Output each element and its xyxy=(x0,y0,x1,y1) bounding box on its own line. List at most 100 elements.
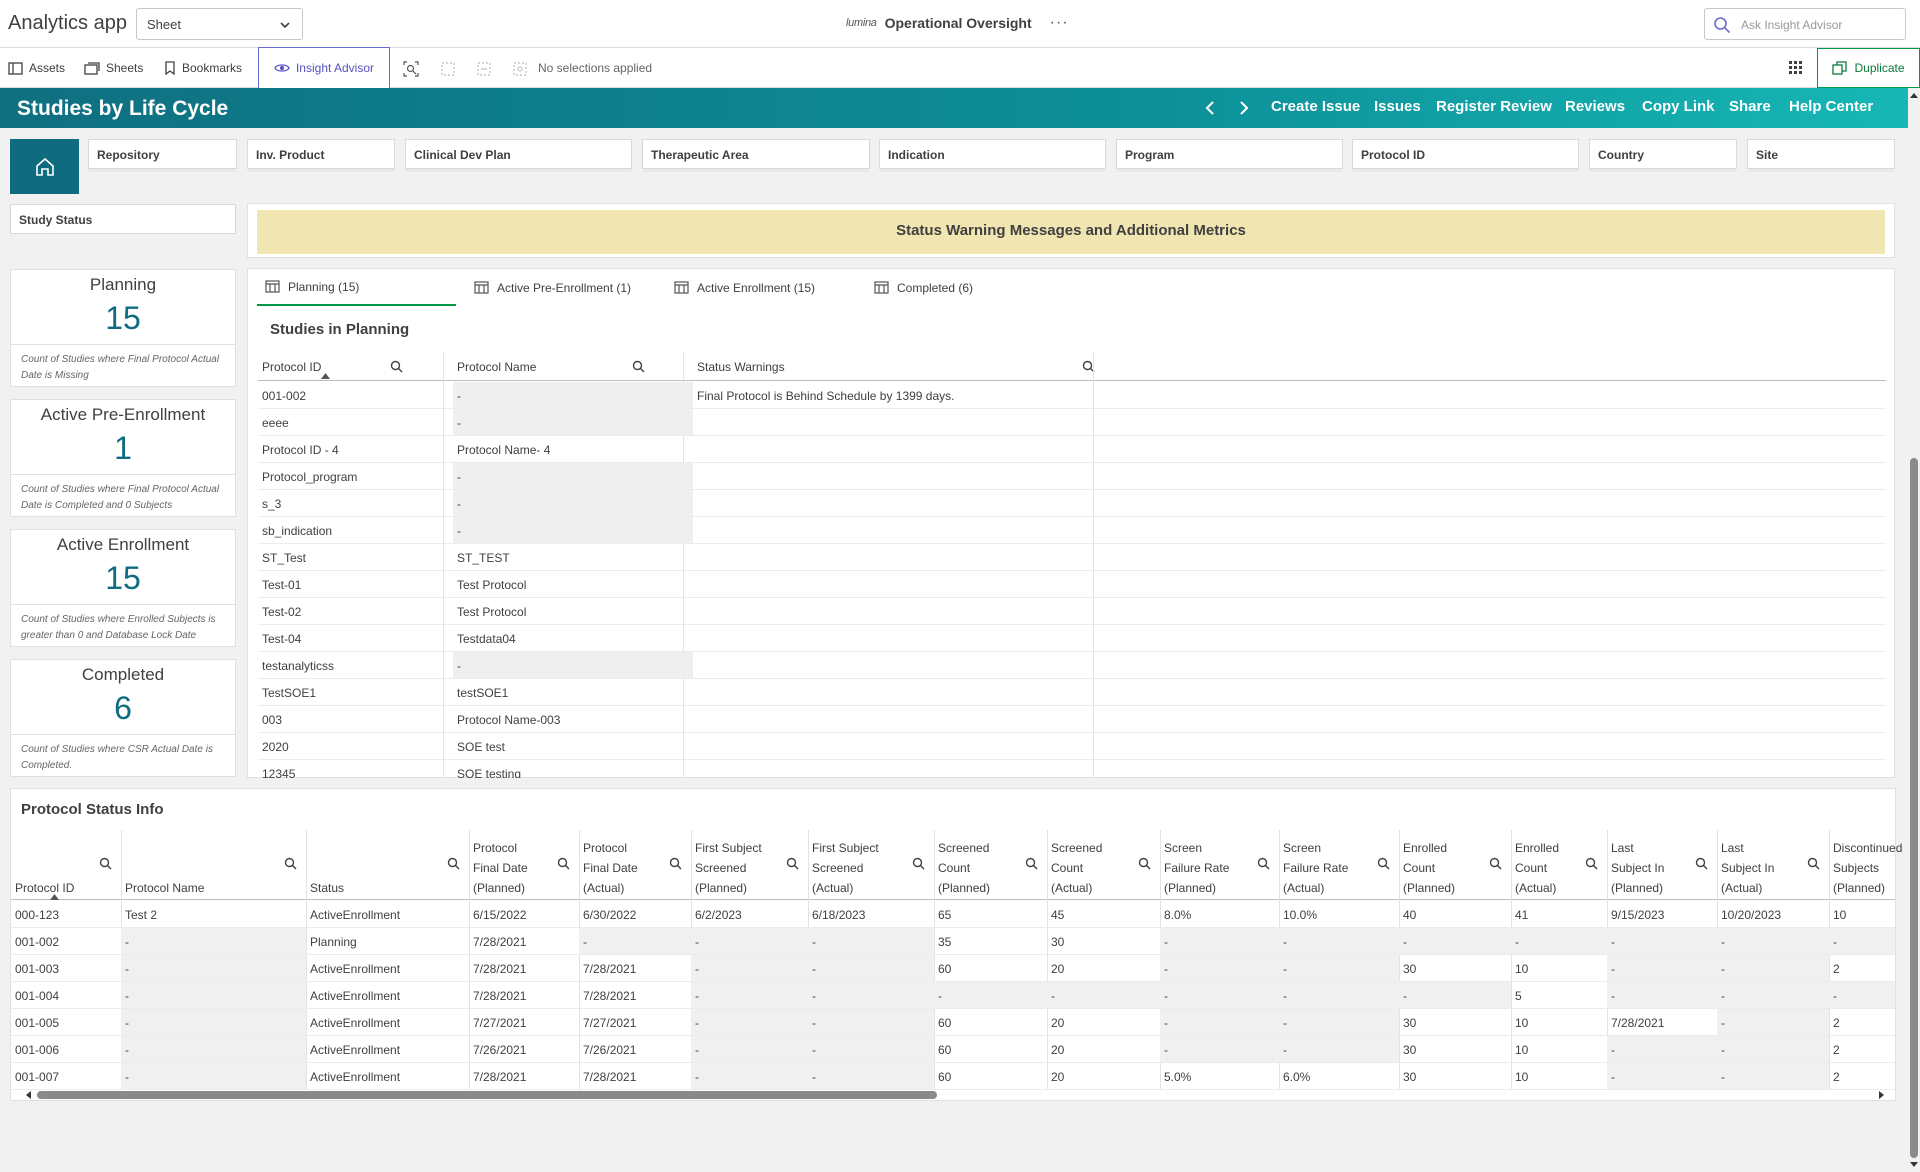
table-cell[interactable]: - xyxy=(1279,928,1399,955)
table-cell[interactable]: - xyxy=(1717,955,1829,982)
table-cell[interactable]: - xyxy=(808,928,934,955)
table-cell[interactable]: 40 xyxy=(1399,901,1511,928)
table-row[interactable]: 001-004- ActiveEnrollment 7/28/2021 7/28/20… xyxy=(11,982,1895,1009)
table-row[interactable]: Test-02 Test Protocol xyxy=(258,598,1886,625)
search-icon[interactable] xyxy=(1377,857,1390,870)
table-cell[interactable]: s_3 xyxy=(258,490,443,517)
column-header[interactable]: Discontinued Subjects (Planned) xyxy=(1833,838,1902,898)
table-cell[interactable]: testSOE1 xyxy=(453,679,693,706)
table-cell[interactable] xyxy=(693,517,1103,544)
tab-active-pre-enrollment[interactable]: Active Pre-Enrollment (1) xyxy=(466,269,665,306)
table-cell[interactable]: - xyxy=(1717,1063,1829,1090)
table-cell[interactable]: - xyxy=(691,928,808,955)
table-row[interactable]: ST_Test ST_TEST xyxy=(258,544,1886,571)
table-cell[interactable]: 60 xyxy=(934,955,1047,982)
table-cell[interactable] xyxy=(693,625,1103,652)
kpi-active-enrollment[interactable]: Active Enrollment 15 Count of Studies wh… xyxy=(10,529,236,647)
table-row[interactable]: Test-04 Testdata04 xyxy=(258,625,1886,652)
table-cell[interactable] xyxy=(693,490,1103,517)
table-cell[interactable]: 6/30/2022 xyxy=(579,901,691,928)
table-cell[interactable]: 10 xyxy=(1511,1036,1607,1063)
table-cell[interactable]: 30 xyxy=(1399,1009,1511,1036)
sort-ascending-icon[interactable] xyxy=(321,373,330,379)
scroll-up-icon[interactable] xyxy=(1910,92,1918,100)
table-cell[interactable]: - xyxy=(1279,982,1399,1009)
clear-selections-icon[interactable] xyxy=(512,61,528,77)
table-cell[interactable]: - xyxy=(121,1009,306,1036)
table-row[interactable]: Protocol_program - xyxy=(258,463,1886,490)
table-cell[interactable]: 7/26/2021 xyxy=(579,1036,691,1063)
column-header[interactable]: Status xyxy=(310,878,344,898)
chevron-right-icon[interactable] xyxy=(1236,100,1250,116)
table-cell[interactable]: 6/15/2022 xyxy=(469,901,579,928)
table-cell[interactable]: 60 xyxy=(934,1036,1047,1063)
table-cell[interactable]: - xyxy=(691,1063,808,1090)
duplicate-button[interactable]: Duplicate xyxy=(1817,48,1920,88)
bookmarks-button[interactable]: Bookmarks xyxy=(164,48,242,88)
table-cell[interactable]: - xyxy=(1717,982,1829,1009)
table-row[interactable]: 001-002- Planning 7/28/2021- - -35 30- - - - - - - xyxy=(11,928,1895,955)
filter-study-status[interactable]: Study Status xyxy=(10,204,236,234)
table-cell[interactable]: 001-003 xyxy=(11,955,121,982)
table-cell[interactable] xyxy=(693,733,1103,760)
table-cell[interactable]: 7/28/2021 xyxy=(469,982,579,1009)
step-back-icon[interactable] xyxy=(440,61,456,77)
column-header[interactable]: First Subject Screened (Planned) xyxy=(695,838,762,898)
column-header[interactable]: Enrolled Count (Planned) xyxy=(1403,838,1455,898)
search-icon[interactable] xyxy=(1695,857,1708,870)
table-cell[interactable]: - xyxy=(1279,1036,1399,1063)
table-cell[interactable]: SOE testing xyxy=(453,760,693,778)
table-cell[interactable] xyxy=(693,409,1103,436)
table-row[interactable]: TestSOE1 testSOE1 xyxy=(258,679,1886,706)
table-cell[interactable]: 6.0% xyxy=(1279,1063,1399,1090)
table-cell[interactable]: 7/28/2021 xyxy=(469,1063,579,1090)
scrollbar-thumb[interactable] xyxy=(37,1091,937,1099)
table-cell[interactable]: 000-123 xyxy=(11,901,121,928)
search-icon[interactable] xyxy=(1489,857,1502,870)
table-cell[interactable]: 7/28/2021 xyxy=(579,955,691,982)
table-cell[interactable]: ActiveEnrollment xyxy=(306,955,469,982)
table-cell[interactable]: 003 xyxy=(258,706,443,733)
table-cell[interactable]: Protocol Name-003 xyxy=(453,706,693,733)
table-cell[interactable]: 2020 xyxy=(258,733,443,760)
table-cell[interactable]: 001-004 xyxy=(11,982,121,1009)
table-cell[interactable]: 12345 xyxy=(258,760,443,778)
table-cell[interactable] xyxy=(693,760,1103,778)
kpi-completed[interactable]: Completed 6 Count of Studies where CSR A… xyxy=(10,659,236,777)
search-icon[interactable] xyxy=(1585,857,1598,870)
table-row[interactable]: 001-007- ActiveEnrollment 7/28/2021 7/28/20… xyxy=(11,1063,1895,1090)
table-cell[interactable]: ST_Test xyxy=(258,544,443,571)
table-cell[interactable]: 41 xyxy=(1511,901,1607,928)
table-row[interactable]: Test-01 Test Protocol xyxy=(258,571,1886,598)
table-cell[interactable]: Protocol_program xyxy=(258,463,443,490)
table-cell[interactable]: - xyxy=(808,982,934,1009)
table-cell[interactable]: 001-006 xyxy=(11,1036,121,1063)
table-row[interactable]: s_3- xyxy=(258,490,1886,517)
table-row[interactable]: eeee - xyxy=(258,409,1886,436)
table-cell[interactable] xyxy=(693,463,1103,490)
table-cell[interactable]: sb_indication xyxy=(258,517,443,544)
table-cell[interactable]: ActiveEnrollment xyxy=(306,1009,469,1036)
table-cell[interactable]: - xyxy=(1607,1063,1717,1090)
table-cell[interactable]: 10 xyxy=(1511,1009,1607,1036)
table-cell[interactable]: - xyxy=(121,982,306,1009)
table-cell[interactable]: 35 xyxy=(934,928,1047,955)
share-link[interactable]: Share xyxy=(1729,98,1771,115)
table-cell[interactable]: testanalyticss xyxy=(258,652,443,679)
search-icon[interactable] xyxy=(1257,857,1270,870)
smart-search-icon[interactable] xyxy=(403,61,419,77)
scroll-down-icon[interactable] xyxy=(1910,1160,1918,1168)
column-header[interactable]: Protocol ID xyxy=(15,878,74,898)
table-cell[interactable]: - xyxy=(1160,1036,1279,1063)
table-cell[interactable]: Testdata04 xyxy=(453,625,693,652)
tab-completed[interactable]: Completed (6) xyxy=(866,269,1065,306)
grid-view-icon[interactable] xyxy=(1788,60,1804,76)
table-cell[interactable]: 10/20/2023 xyxy=(1717,901,1829,928)
column-header[interactable]: Screened Count (Planned) xyxy=(938,838,990,898)
table-cell[interactable]: - xyxy=(121,1036,306,1063)
table-cell[interactable]: 7/28/2021 xyxy=(579,982,691,1009)
table-cell[interactable]: Test 2 xyxy=(121,901,306,928)
table-cell[interactable]: - xyxy=(453,490,693,517)
more-options-button[interactable]: ··· xyxy=(1050,14,1069,32)
table-cell[interactable]: - xyxy=(1160,955,1279,982)
